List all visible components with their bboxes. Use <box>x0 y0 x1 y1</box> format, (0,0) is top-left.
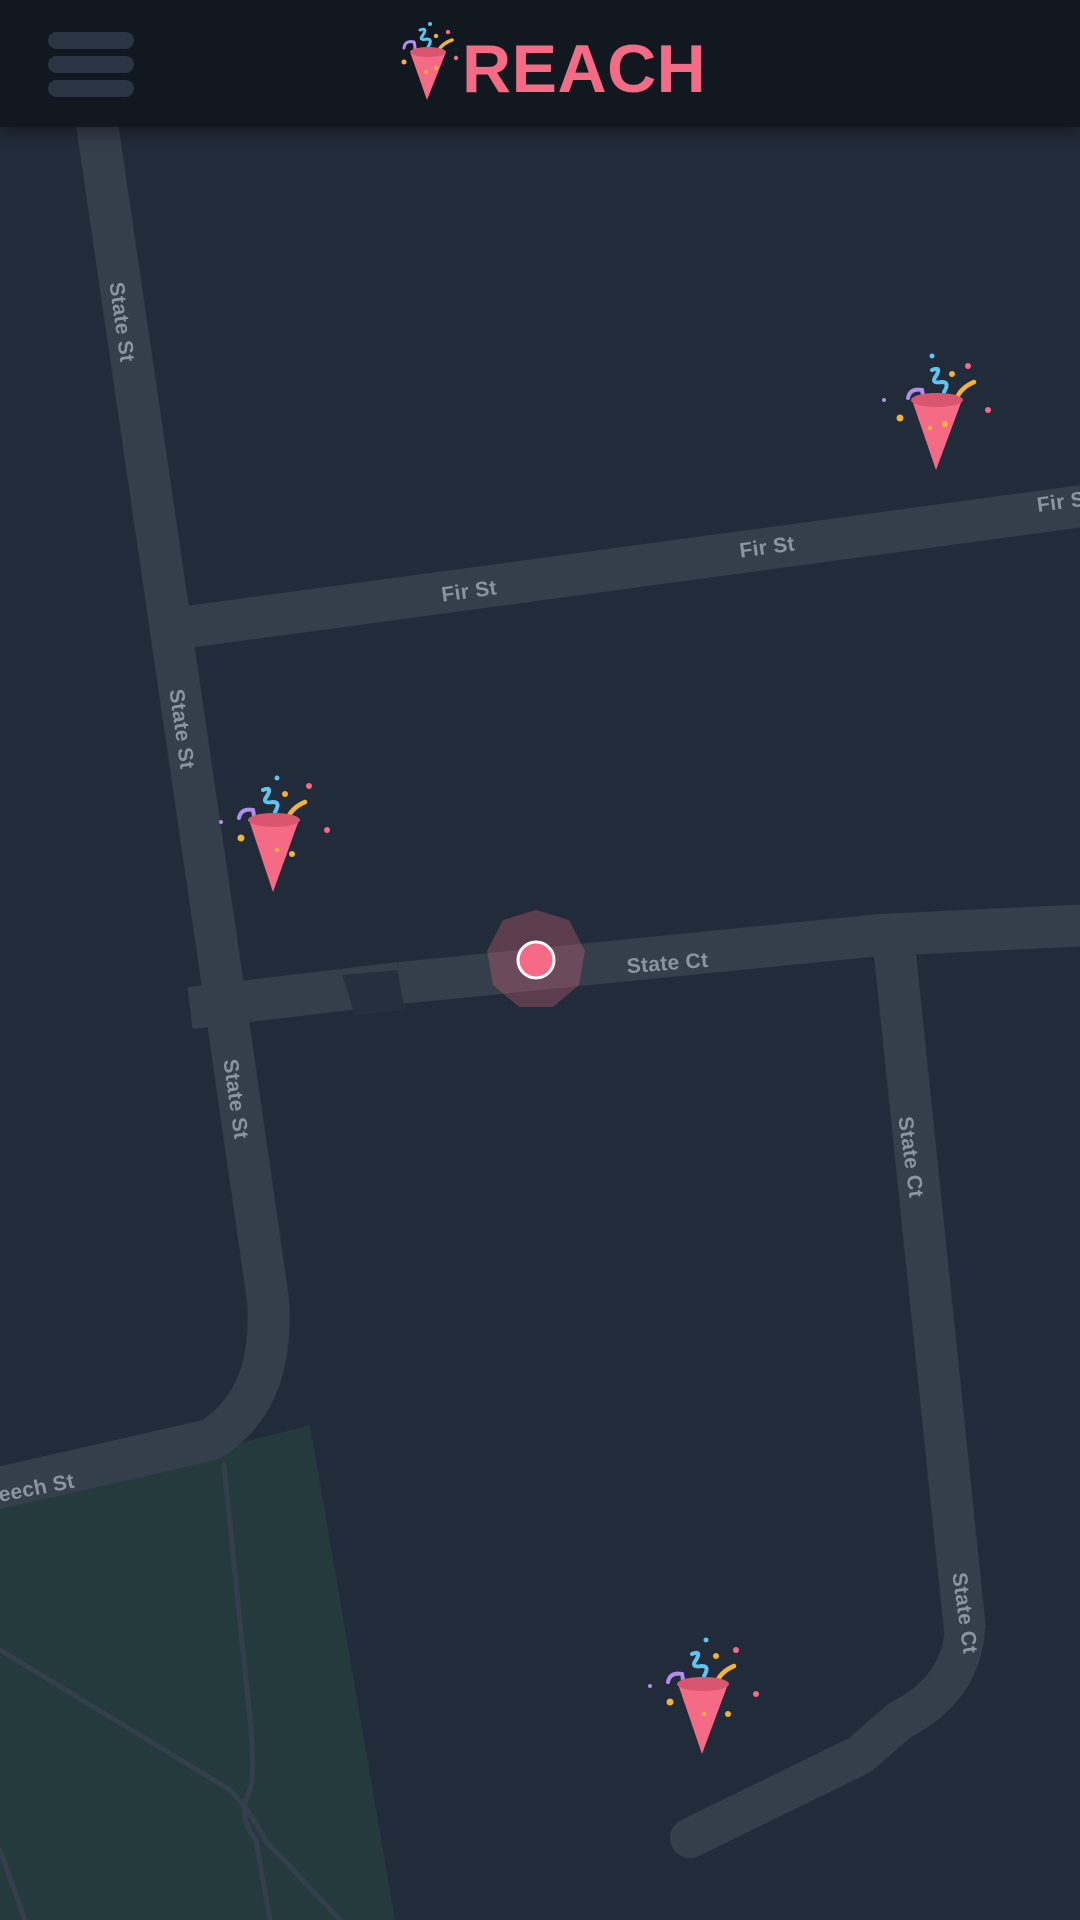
event-marker-1[interactable] <box>870 348 1000 478</box>
party-popper-icon <box>882 353 991 470</box>
event-marker-2[interactable] <box>215 768 345 898</box>
hamburger-menu-icon[interactable] <box>38 24 142 104</box>
menu-bar <box>48 80 134 97</box>
party-popper-icon <box>219 775 330 892</box>
party-popper-icon <box>648 1637 759 1754</box>
menu-bar <box>48 56 134 73</box>
current-location-dot-icon <box>487 910 585 1007</box>
app-title: REACH <box>462 31 707 107</box>
event-marker-3[interactable] <box>636 1632 766 1762</box>
party-popper-icon <box>401 22 459 100</box>
app-logo[interactable]: REACH <box>400 18 706 114</box>
menu-bar <box>48 32 134 49</box>
app-header: REACH <box>0 0 1080 127</box>
app-root: State St State St State St Fir St Fir St… <box>0 0 1080 1920</box>
current-location-marker[interactable] <box>485 909 587 1011</box>
